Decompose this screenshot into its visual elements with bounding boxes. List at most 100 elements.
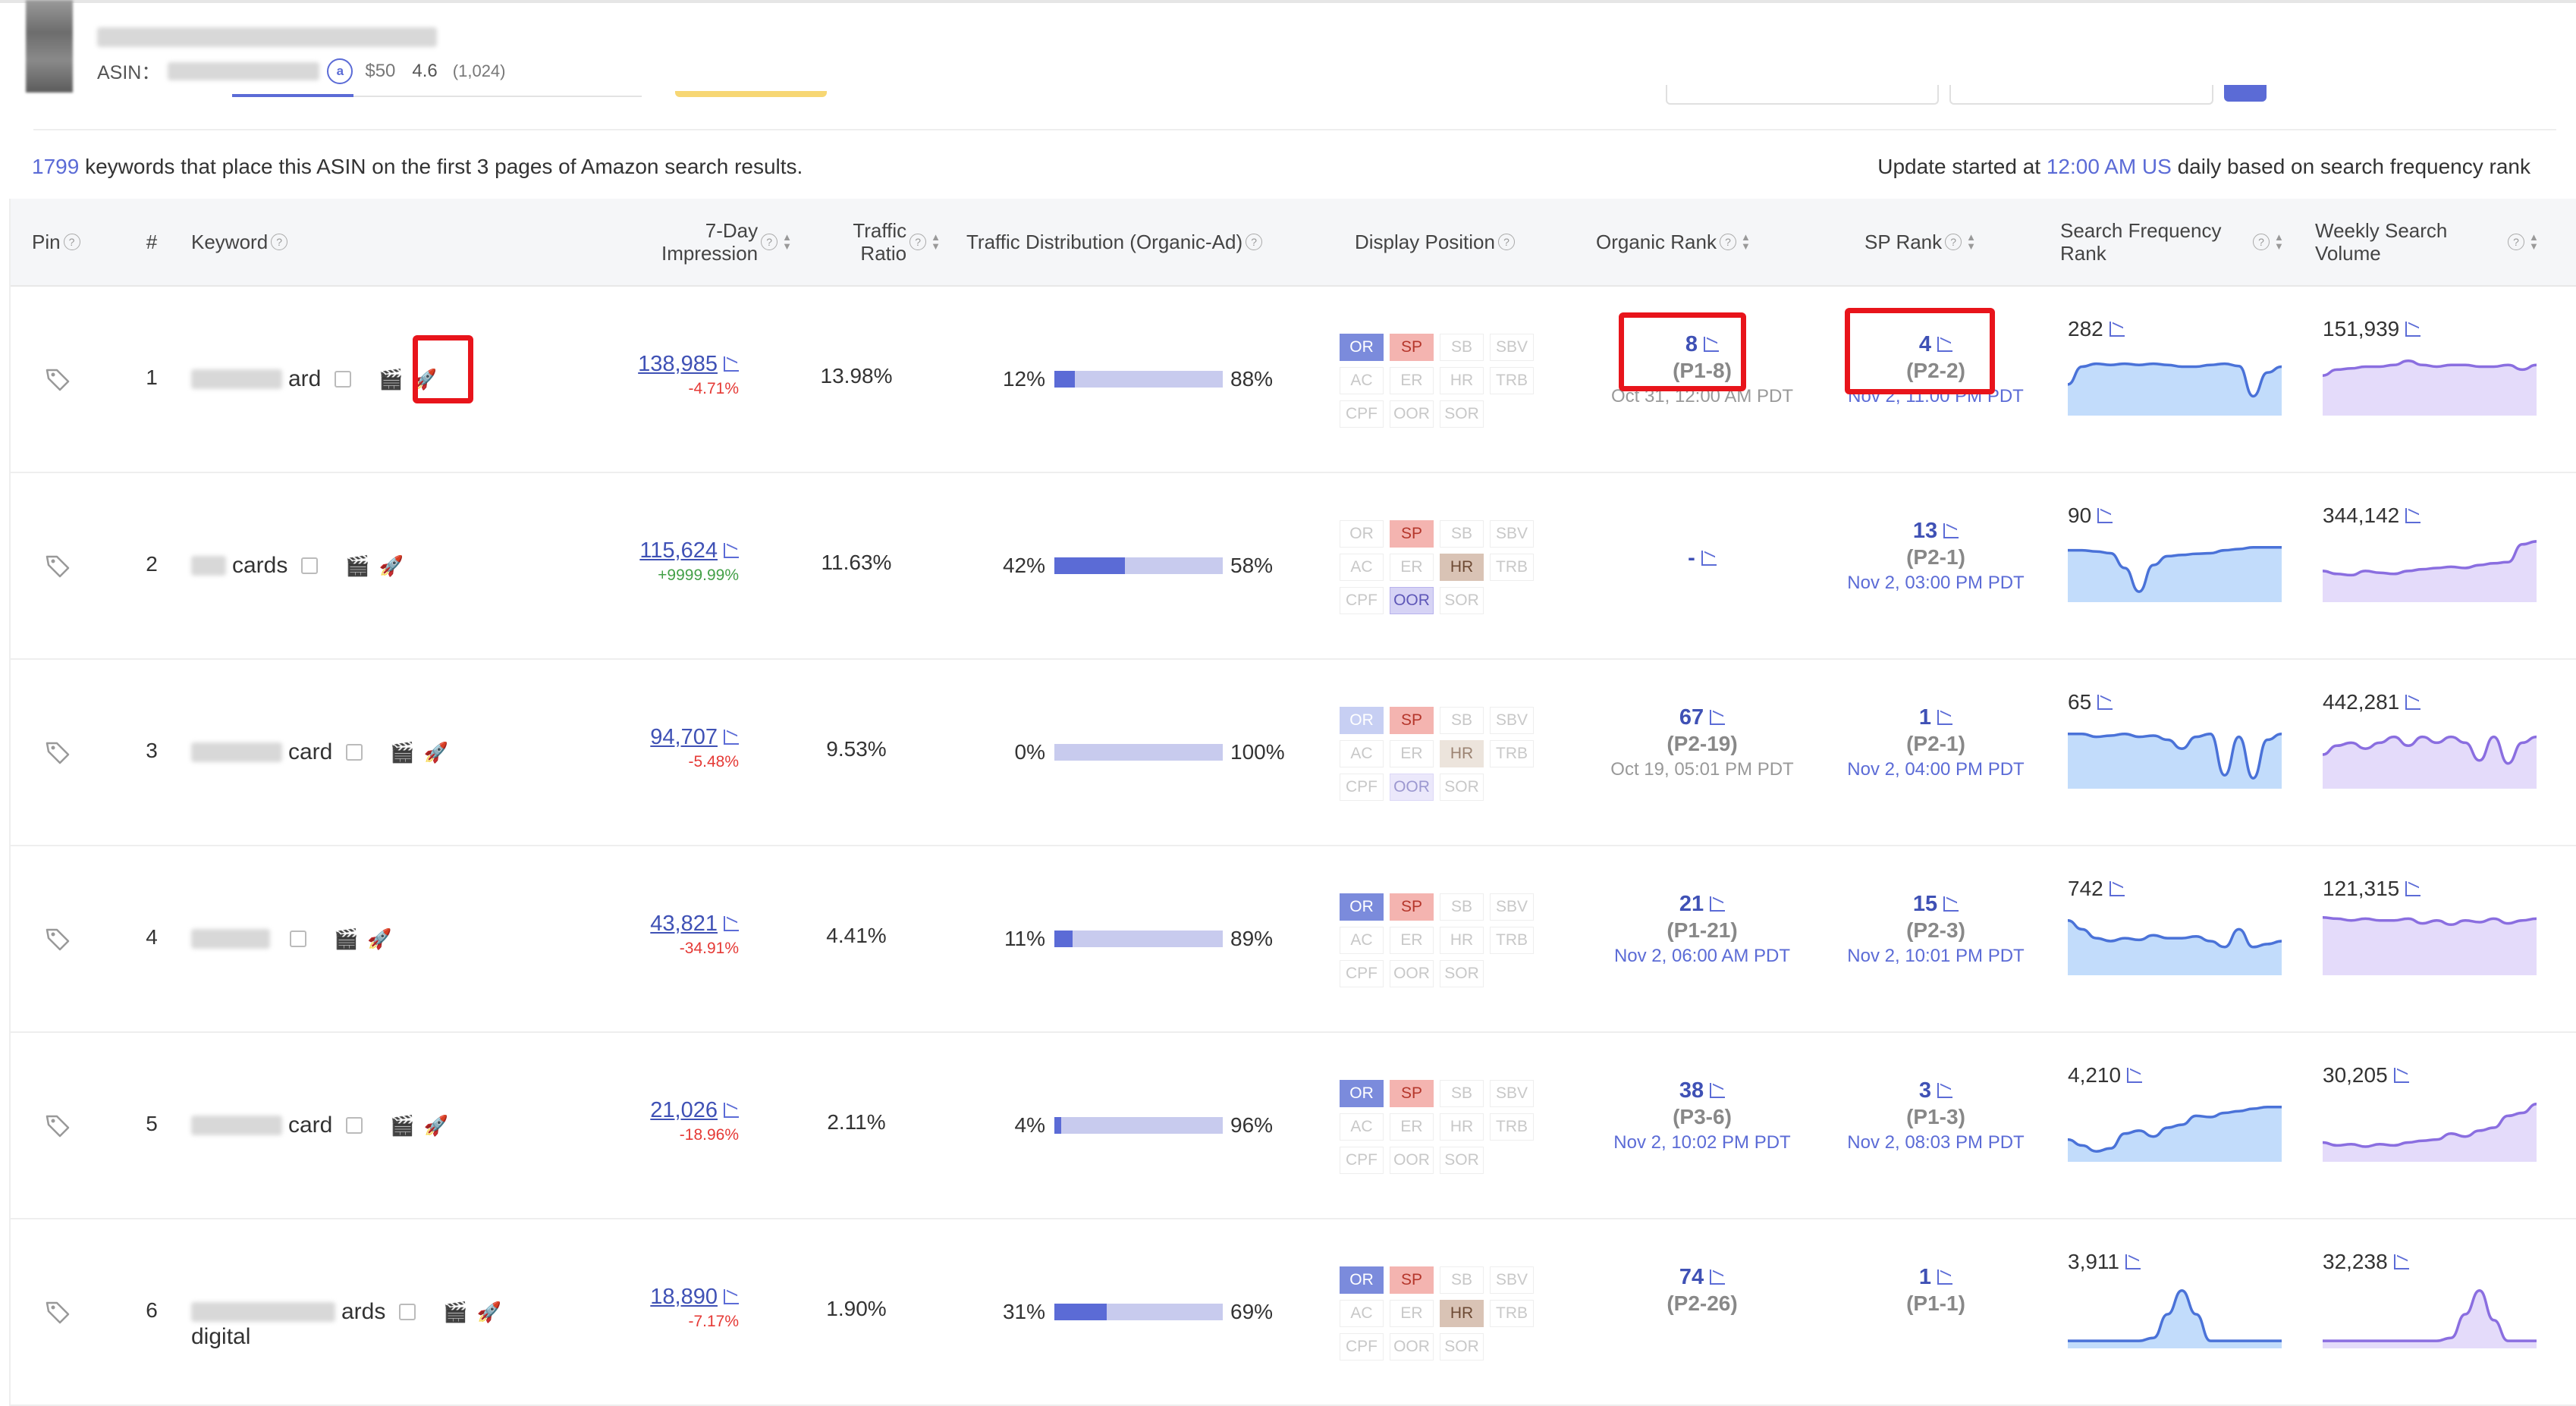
table-row[interactable]: 3 card 🎬 🚀 94,707 -5.48% 9.53% 0% 100% OR SP SB SBV A… (11, 660, 2576, 846)
keyword-count[interactable]: 1799 (32, 155, 79, 178)
organic-rank-value[interactable]: 21 (1679, 892, 1704, 916)
amazon-icon[interactable]: a (327, 58, 353, 84)
trend-chart-icon[interactable] (724, 356, 739, 372)
help-icon[interactable]: ? (1497, 234, 1515, 250)
trend-chart-icon[interactable] (2393, 1254, 2409, 1269)
impression-value[interactable]: 138,985 (638, 352, 718, 376)
tag-icon[interactable] (44, 1112, 71, 1139)
trend-chart-icon[interactable] (1937, 1083, 1953, 1098)
active-tab-indicator[interactable] (232, 94, 353, 97)
impression-value[interactable]: 43,821 (650, 912, 718, 936)
keyword-cell[interactable]: ard 🎬 🚀 (191, 362, 437, 396)
trend-chart-icon[interactable] (2405, 881, 2421, 896)
trend-chart-icon[interactable] (2405, 695, 2421, 710)
copy-icon[interactable] (301, 557, 319, 574)
video-icon[interactable]: 🎬 (379, 368, 403, 391)
help-icon[interactable]: ? (63, 234, 80, 250)
trend-chart-icon[interactable] (2097, 695, 2113, 710)
video-icon[interactable]: 🎬 (334, 927, 358, 951)
col-impression[interactable]: 7-Day Impression? ▲ ▼ (602, 199, 792, 285)
col-sp-rank[interactable]: SP Rank? ▲ ▼ (1864, 199, 2016, 285)
video-icon[interactable]: 🎬 (345, 554, 369, 578)
tag-icon[interactable] (44, 366, 71, 393)
sp-rank-value[interactable]: 15 (1913, 892, 1937, 916)
organic-rank-value[interactable]: - (1688, 546, 1695, 570)
tag-icon[interactable] (44, 739, 71, 766)
sort-icon[interactable]: ▲ ▼ (931, 232, 941, 251)
rocket-icon[interactable]: 🚀 (379, 554, 404, 578)
table-row[interactable]: 5 card 🎬 🚀 21,026 -18.96% 2.11% 4% 96% OR SP SB SBV A… (11, 1033, 2576, 1219)
rocket-icon[interactable]: 🚀 (367, 927, 391, 951)
trend-chart-icon[interactable] (1710, 896, 1726, 912)
help-icon[interactable]: ? (2508, 234, 2524, 250)
sort-icon[interactable]: ▲ ▼ (1741, 232, 1751, 251)
col-search-frequency-rank[interactable]: Search Frequency Rank? ▲ ▼ (2060, 199, 2300, 285)
impression-value[interactable]: 115,624 (639, 538, 718, 563)
filter-select-1[interactable] (1666, 85, 1939, 105)
video-icon[interactable]: 🎬 (443, 1301, 467, 1324)
table-row[interactable]: 2 cards 🎬 🚀 115,624 +9999.99% 11.63% 42% 58% OR SP… (11, 473, 2576, 660)
help-icon[interactable]: ? (2253, 234, 2270, 250)
help-icon[interactable]: ? (1945, 234, 1962, 250)
product-image[interactable] (26, 0, 73, 93)
video-icon[interactable]: 🎬 (390, 1114, 414, 1138)
sort-icon[interactable]: ▲ ▼ (2274, 232, 2284, 251)
tag-icon[interactable] (44, 552, 71, 579)
tag-icon[interactable] (44, 1298, 71, 1326)
organic-rank-value[interactable]: 74 (1679, 1265, 1704, 1289)
help-icon[interactable]: ? (761, 234, 778, 250)
sort-icon[interactable]: ▲ ▼ (782, 232, 792, 251)
trend-chart-icon[interactable] (1937, 710, 1953, 725)
organic-rank-value[interactable]: 67 (1679, 705, 1704, 730)
trend-chart-icon[interactable] (1943, 523, 1959, 538)
trend-chart-icon[interactable] (2125, 1254, 2141, 1269)
help-icon[interactable]: ? (1246, 234, 1263, 250)
rocket-icon[interactable]: 🚀 (424, 1114, 448, 1138)
trend-chart-icon[interactable] (1710, 1269, 1726, 1285)
help-icon[interactable]: ? (909, 234, 927, 250)
copy-icon[interactable] (335, 371, 352, 388)
trend-chart-icon[interactable] (724, 730, 739, 745)
rocket-icon[interactable]: 🚀 (477, 1301, 501, 1324)
trend-chart-icon[interactable] (1710, 1083, 1726, 1098)
trend-chart-icon[interactable] (1937, 1269, 1953, 1285)
col-weekly-search-volume[interactable]: Weekly Search Volume? ▲ ▼ (2315, 199, 2558, 285)
trend-chart-icon[interactable] (2127, 1068, 2143, 1083)
copy-icon[interactable] (346, 1117, 363, 1134)
trend-chart-icon[interactable] (1710, 710, 1726, 725)
trend-chart-icon[interactable] (724, 543, 739, 558)
copy-icon[interactable] (290, 931, 306, 947)
trend-chart-icon[interactable] (724, 1289, 739, 1304)
table-row[interactable]: 6 ards digital 🎬 🚀 18,890 -7.17% 1.90% 31% 69% OR S… (11, 1219, 2576, 1406)
help-icon[interactable]: ? (271, 234, 288, 250)
keyword-cell[interactable]: ards digital 🎬 🚀 (191, 1295, 501, 1349)
sort-icon[interactable]: ▲ ▼ (1966, 232, 1976, 251)
keyword-cell[interactable]: 🎬 🚀 (191, 922, 392, 956)
trend-chart-icon[interactable] (724, 1103, 739, 1118)
col-traffic-ratio[interactable]: Traffic Ratio? ▲ ▼ (807, 199, 941, 285)
trend-chart-icon[interactable] (1701, 551, 1717, 566)
table-row[interactable]: 4 🎬 🚀 43,821 -34.91% 4.41% 11% 89% OR SP SB SBV AC ER… (11, 846, 2576, 1033)
trend-chart-icon[interactable] (2097, 508, 2113, 523)
trend-chart-icon[interactable] (2109, 881, 2125, 896)
video-icon[interactable]: 🎬 (390, 741, 414, 764)
copy-icon[interactable] (399, 1304, 416, 1320)
keyword-cell[interactable]: card 🎬 🚀 (191, 1109, 448, 1142)
col-organic-rank[interactable]: Organic Rank? ▲ ▼ (1596, 199, 1793, 285)
filter-select-2[interactable] (1949, 85, 2213, 105)
copy-icon[interactable] (346, 744, 363, 761)
sp-rank-value[interactable]: 1 (1919, 1265, 1931, 1289)
tag-icon[interactable] (44, 925, 71, 953)
sort-icon[interactable]: ▲ ▼ (2529, 232, 2539, 251)
organic-rank-value[interactable]: 38 (1679, 1078, 1704, 1103)
search-button[interactable] (2224, 85, 2267, 102)
sp-rank-value[interactable]: 13 (1913, 519, 1937, 543)
trend-chart-icon[interactable] (1943, 896, 1959, 912)
highlight-button[interactable] (675, 91, 827, 97)
table-row[interactable]: 1 ard 🎬 🚀 138,985 -4.71% 13.98% 12% 88% OR SP SB SBV… (11, 287, 2576, 473)
sp-rank-value[interactable]: 3 (1919, 1078, 1931, 1103)
sp-rank-value[interactable]: 1 (1919, 705, 1931, 730)
impression-value[interactable]: 18,890 (650, 1285, 718, 1309)
trend-chart-icon[interactable] (2109, 322, 2125, 337)
keyword-cell[interactable]: card 🎬 🚀 (191, 736, 448, 769)
